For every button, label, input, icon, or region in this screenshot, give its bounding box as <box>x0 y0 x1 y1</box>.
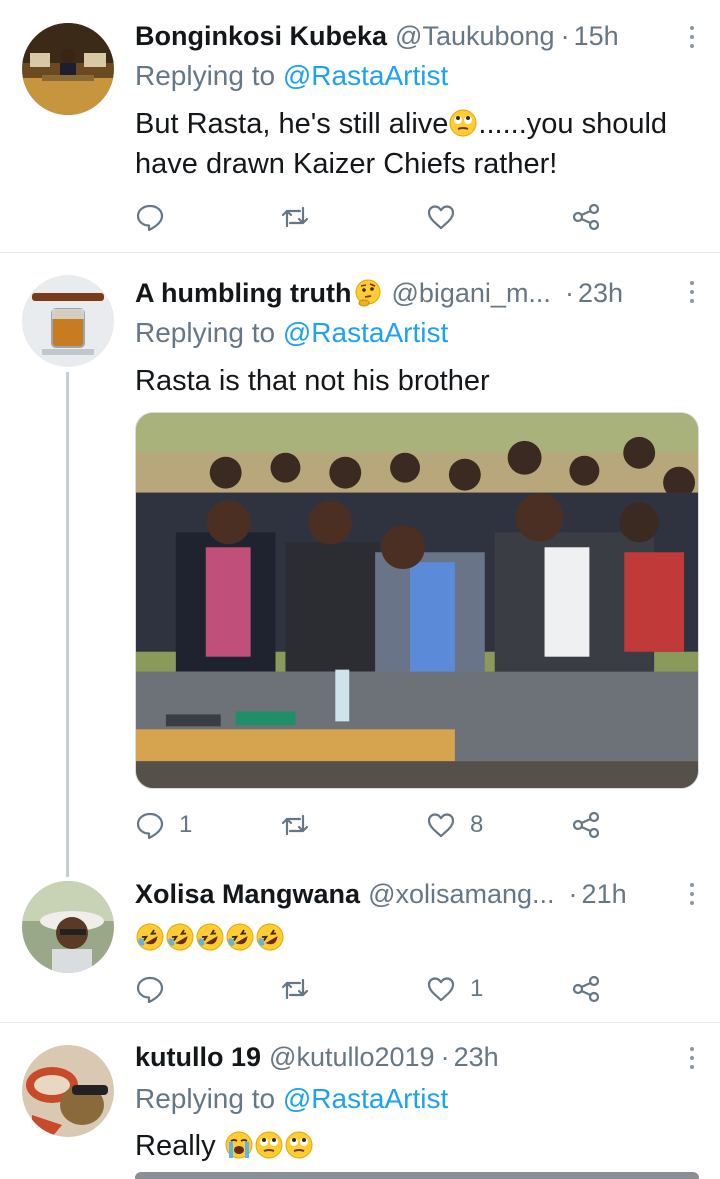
tweet-xolisa[interactable]: Xolisa Mangwana @xolisamang... · 21h 1 <box>0 863 720 1022</box>
retweet-button[interactable] <box>280 969 324 1009</box>
action-bar: 1 <box>135 969 605 1009</box>
separator-dot: · <box>560 20 570 51</box>
display-name[interactable]: kutullo 19 <box>135 1042 261 1073</box>
reply-button[interactable] <box>135 969 179 1009</box>
reply-button[interactable]: 1 <box>135 805 192 845</box>
share-icon <box>572 203 600 231</box>
rolling-on-floor-laughing-icon <box>166 923 194 951</box>
like-button[interactable] <box>426 197 470 237</box>
tweet-text-part-1: Really <box>135 1130 216 1162</box>
tweet-text: Rasta is that not his brother <box>135 365 490 397</box>
separator-dot: · <box>564 277 574 308</box>
like-icon <box>427 205 455 230</box>
username[interactable]: @kutullo2019 <box>269 1042 435 1073</box>
username[interactable]: @xolisamang... <box>368 879 554 910</box>
separator-dot: · <box>568 878 578 909</box>
tweet-text <box>135 918 690 958</box>
tweet-header: Xolisa Mangwana @xolisamang... · 21h <box>135 876 702 912</box>
avatar-image <box>22 275 114 367</box>
avatar[interactable] <box>22 1045 114 1137</box>
rolling-on-floor-laughing-icon <box>256 923 284 951</box>
share-icon <box>572 975 600 1003</box>
timestamp[interactable]: 23h <box>578 278 623 309</box>
face-with-rolling-eyes-icon <box>255 1131 283 1159</box>
reply-button[interactable] <box>135 197 179 237</box>
tweet-header: Bonginkosi Kubeka @Taukubong · 15h <box>135 18 702 54</box>
photo-image <box>136 413 698 788</box>
timestamp[interactable]: 15h <box>574 21 619 52</box>
rolling-on-floor-laughing-icon <box>226 923 254 951</box>
tweet-text: But Rasta, he's still alive ......you sh… <box>135 104 690 184</box>
mention-link[interactable]: @RastaArtist <box>283 317 448 348</box>
face-with-rolling-eyes-icon <box>449 109 477 137</box>
like-button[interactable]: 1 <box>426 969 483 1009</box>
next-media-preview[interactable] <box>135 1172 699 1179</box>
more-options-icon[interactable] <box>682 879 702 909</box>
tweet-text-part-1: But Rasta, he's still alive <box>135 108 449 140</box>
retweet-button[interactable] <box>280 805 324 845</box>
display-name[interactable]: Bonginkosi Kubeka <box>135 21 387 52</box>
retweet-icon <box>281 978 309 1000</box>
like-count: 1 <box>470 975 484 1002</box>
tweet-kutullo[interactable]: kutullo 19 @kutullo2019 · 23h Replying t… <box>0 1023 720 1179</box>
replying-to-label: Replying to <box>135 1083 283 1114</box>
avatar[interactable] <box>22 881 114 973</box>
replying-to-label: Replying to <box>135 317 283 348</box>
rolling-on-floor-laughing-icon <box>136 923 164 951</box>
reply-icon <box>136 976 164 1004</box>
timestamp[interactable]: 23h <box>454 1042 499 1073</box>
action-bar: 1 8 <box>135 805 605 845</box>
reply-count: 1 <box>179 811 193 838</box>
more-options-icon[interactable] <box>682 22 702 52</box>
retweet-icon <box>281 814 309 836</box>
display-name[interactable]: Xolisa Mangwana <box>135 879 360 910</box>
like-count: 8 <box>470 811 484 838</box>
replying-to: Replying to @RastaArtist <box>135 317 448 349</box>
replying-to: Replying to @RastaArtist <box>135 60 448 92</box>
more-options-icon[interactable] <box>682 1043 702 1073</box>
reply-icon <box>136 204 164 232</box>
rolling-on-floor-laughing-icon <box>196 923 224 951</box>
thread-connector <box>66 372 69 877</box>
tweet-photo[interactable] <box>135 412 699 789</box>
retweet-button[interactable] <box>280 197 324 237</box>
share-button[interactable] <box>571 969 601 1009</box>
thinking-face-icon <box>355 279 381 307</box>
action-bar <box>135 197 605 237</box>
tweet-bonginkosi[interactable]: Bonginkosi Kubeka @Taukubong · 15h Reply… <box>0 0 720 252</box>
tweet-header: A humbling truth @bigani_m... · 23h <box>135 275 702 311</box>
timestamp[interactable]: 21h <box>582 879 627 910</box>
mention-link[interactable]: @RastaArtist <box>283 1083 448 1114</box>
more-options-icon[interactable] <box>682 277 702 307</box>
share-icon <box>572 811 600 839</box>
mention-link[interactable]: @RastaArtist <box>283 60 448 91</box>
like-icon <box>427 977 455 1002</box>
avatar-image <box>22 1045 114 1137</box>
avatar[interactable] <box>22 23 114 115</box>
share-button[interactable] <box>571 197 601 237</box>
avatar[interactable] <box>22 275 114 367</box>
loudly-crying-face-icon <box>225 1131 253 1159</box>
username[interactable]: @Taukubong <box>395 21 555 52</box>
separator-dot: · <box>440 1041 450 1072</box>
tweet-header: kutullo 19 @kutullo2019 · 23h <box>135 1039 702 1075</box>
reply-icon <box>136 812 164 840</box>
face-with-rolling-eyes-icon <box>285 1131 313 1159</box>
username[interactable]: @bigani_m... <box>391 278 550 309</box>
display-name[interactable]: A humbling truth <box>135 278 351 309</box>
like-button[interactable]: 8 <box>426 805 483 845</box>
retweet-icon <box>281 206 309 228</box>
tweet-text: Really <box>135 1126 690 1166</box>
avatar-image <box>22 881 114 973</box>
like-icon <box>427 813 455 838</box>
share-button[interactable] <box>571 805 601 845</box>
replying-to-label: Replying to <box>135 60 283 91</box>
replying-to: Replying to @RastaArtist <box>135 1083 448 1115</box>
avatar-image <box>22 23 114 115</box>
